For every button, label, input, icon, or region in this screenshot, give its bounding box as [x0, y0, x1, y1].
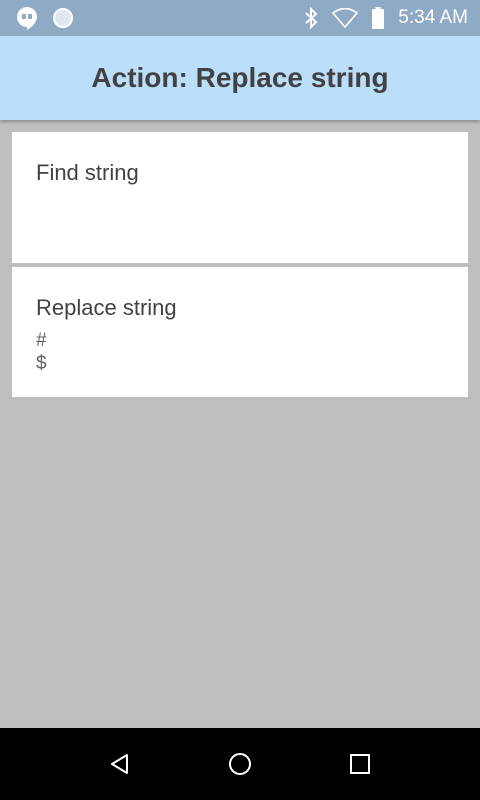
page-title: Action: Replace string [91, 62, 389, 93]
battery-icon [372, 7, 385, 29]
sync-icon [52, 7, 74, 29]
replace-string-label: Replace string [36, 295, 177, 320]
back-icon[interactable] [100, 744, 140, 784]
status-bar: 5:34 AM [0, 0, 480, 36]
navigation-bar [0, 728, 480, 800]
home-icon[interactable] [220, 744, 260, 784]
recents-icon[interactable] [340, 744, 380, 784]
replace-string-setting[interactable]: Replace string # $ [12, 267, 468, 397]
app-bar: Action: Replace string [0, 36, 480, 120]
find-string-label: Find string [36, 160, 139, 185]
replace-string-value: # $ [36, 330, 47, 374]
bluetooth-icon [304, 7, 318, 29]
hangouts-icon [16, 6, 38, 30]
status-time: 5:34 AM [398, 7, 468, 28]
wifi-icon [332, 8, 359, 28]
find-string-setting[interactable]: Find string [12, 132, 468, 263]
